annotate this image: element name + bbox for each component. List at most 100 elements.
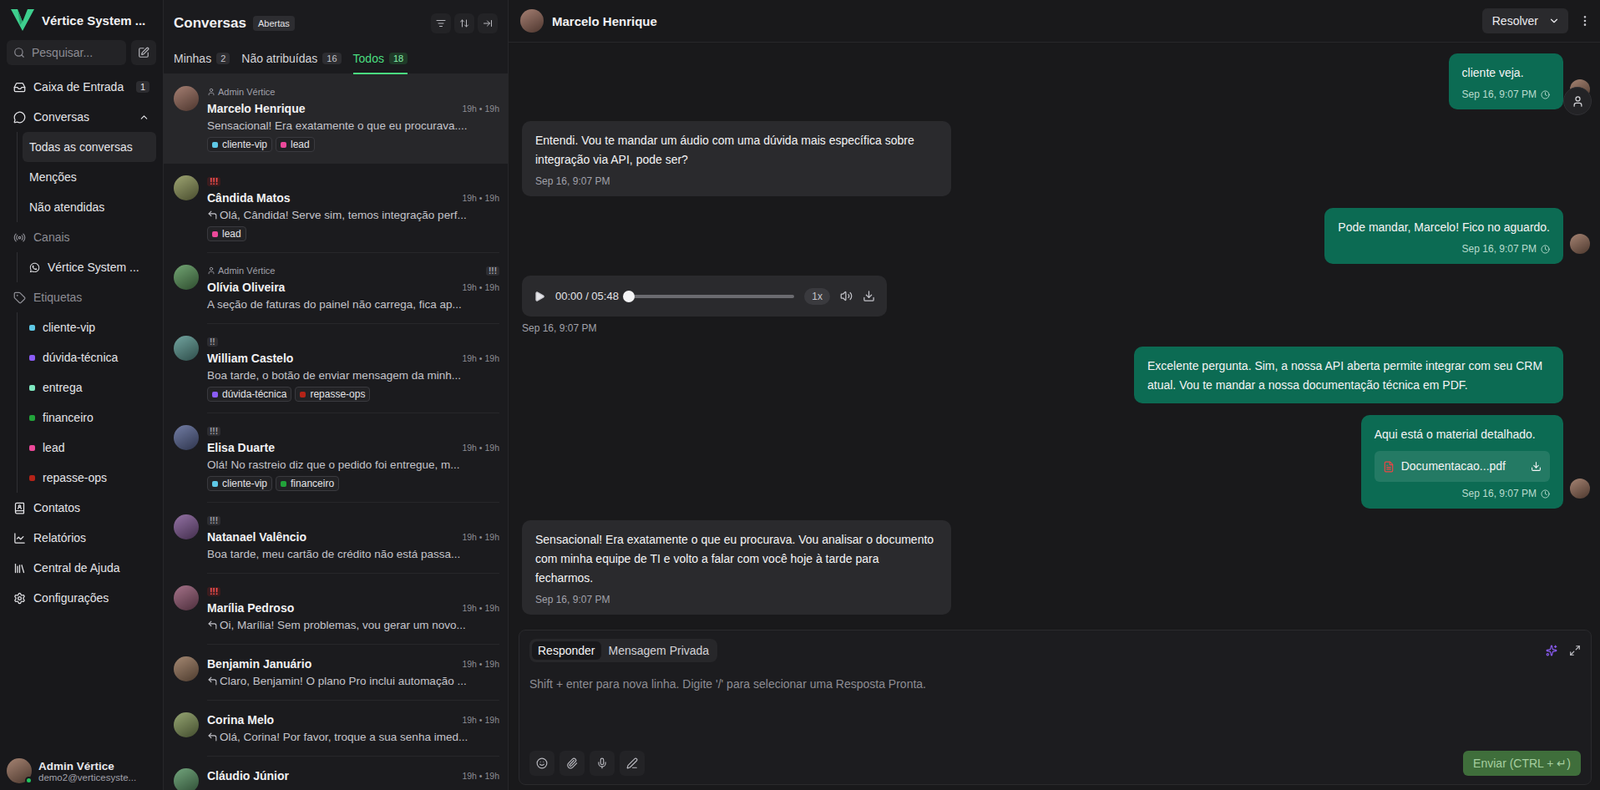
reply-mode-tab[interactable]: Responder xyxy=(531,641,602,660)
conversation-meta: !! xyxy=(207,334,500,349)
conversation-item[interactable]: !!!Marília Pedroso19h • 19hOi, Marília! … xyxy=(163,573,508,645)
conversation-meta: !!! xyxy=(207,174,500,188)
status-badge[interactable]: Abertas xyxy=(253,15,295,31)
sidebar-group[interactable]: Canais xyxy=(6,222,157,253)
tag-chip: dúvida-técnica xyxy=(207,386,292,402)
message-time: Sep 16, 9:07 PM xyxy=(1462,87,1550,102)
message-row: Aqui está o material detalhado.Documenta… xyxy=(521,415,1590,509)
volume-button[interactable] xyxy=(840,289,853,303)
download-button[interactable] xyxy=(862,289,876,303)
sidebar-label[interactable]: repasse-ops xyxy=(22,462,157,493)
sidebar-item[interactable]: Caixa de Entrada1 xyxy=(6,71,157,102)
sidebar-item[interactable]: Contatos xyxy=(6,492,157,523)
reply-mode-tab[interactable]: Mensagem Privada xyxy=(602,641,716,660)
contact-panel-button[interactable] xyxy=(1563,86,1592,116)
search-icon xyxy=(13,46,26,59)
user-profile[interactable]: Admin Vérticedemo2@verticesyste... xyxy=(6,751,157,790)
user-icon xyxy=(1571,95,1585,108)
sidebar-group[interactable]: Etiquetas xyxy=(6,282,157,313)
tag-color xyxy=(212,481,218,487)
tag-chip: cliente-vip xyxy=(207,136,273,152)
conversation-item[interactable]: !!William Castelo19h • 19hBoa tarde, o b… xyxy=(163,324,508,414)
label-list: cliente-vipdúvida-técnicaentregafinancei… xyxy=(16,312,157,493)
user-name: Admin Vértice xyxy=(38,759,137,773)
record-button[interactable] xyxy=(589,750,615,776)
sidebar-label[interactable]: lead xyxy=(22,432,157,463)
contact-avatar xyxy=(173,264,199,290)
priority-badge: !!! xyxy=(207,587,221,597)
sidebar-subitem[interactable]: Vértice System ... xyxy=(22,252,157,283)
audio-player: 00:00 / 05:481x xyxy=(521,275,887,317)
tag-color xyxy=(212,141,218,148)
message-bubble: Sensacional! Era exatamente o que eu pro… xyxy=(521,520,952,615)
sidebar-label[interactable]: cliente-vip xyxy=(22,312,157,343)
tag-row: cliente-vipfinanceiro xyxy=(207,475,500,492)
emoji-button[interactable] xyxy=(529,750,555,776)
sidebar-label[interactable]: dúvida-técnica xyxy=(22,342,157,373)
more-button[interactable] xyxy=(1578,14,1592,28)
paperclip-icon xyxy=(566,757,578,770)
signature-button[interactable] xyxy=(619,750,645,776)
conversation-item[interactable]: Admin VérticeMarcelo Henrique19h • 19hSe… xyxy=(163,74,508,164)
sidebar-subitem[interactable]: Não atendidas xyxy=(22,192,157,223)
conversation-item[interactable]: Cláudio Júnior19h • 19h xyxy=(163,756,508,790)
tag-color xyxy=(299,391,306,398)
message-list: cliente veja.Sep 16, 9:07 PMEntendi. Vou… xyxy=(508,42,1600,630)
conversation-time: 19h • 19h xyxy=(461,602,500,613)
contact-name: Natanael Valêncio xyxy=(207,530,307,544)
brand[interactable]: Vértice System ... xyxy=(6,0,157,37)
conversation-item[interactable]: !!!Natanael Valêncio19h • 19hBoa tarde, … xyxy=(163,502,508,574)
ai-assist-button[interactable] xyxy=(1545,644,1558,657)
conversation-item[interactable]: Benjamin Januário19h • 19hClaro, Benjami… xyxy=(163,644,508,701)
status-icon xyxy=(1540,90,1550,100)
assignee-tab[interactable]: Minhas2 xyxy=(173,46,230,75)
sidebar-item[interactable]: Conversas xyxy=(6,101,157,132)
audio-track[interactable] xyxy=(628,294,795,299)
search-input[interactable] xyxy=(30,45,120,61)
collapse-button[interactable] xyxy=(477,13,498,34)
conversation-meta: Admin Vértice!!! xyxy=(207,263,500,278)
tag-color xyxy=(280,481,287,487)
speed-button[interactable]: 1x xyxy=(804,288,831,305)
conversation-item[interactable]: Corina Melo19h • 19hOlá, Corina! Por fav… xyxy=(163,700,508,757)
send-button[interactable]: Enviar (CTRL + ↵) xyxy=(1463,750,1581,776)
priority-badge: !!! xyxy=(207,177,221,187)
whatsapp-icon xyxy=(29,262,41,274)
contact-avatar xyxy=(173,514,199,540)
tab-count: 16 xyxy=(322,52,341,65)
play-button[interactable] xyxy=(533,290,546,303)
sidebar-label[interactable]: entrega xyxy=(22,372,157,403)
assignee-tab[interactable]: Não atribuídas16 xyxy=(241,46,341,75)
contact-avatar xyxy=(520,9,544,33)
message-preview: Oi, Marília! Sem problemas, vou gerar um… xyxy=(207,616,500,633)
message-text: Sensacional! Era exatamente o que eu pro… xyxy=(535,530,938,588)
priority-badge: !!! xyxy=(207,516,221,526)
tag-chip: lead xyxy=(275,136,315,152)
conversation-item[interactable]: Admin Vértice!!!Olívia Oliveira19h • 19h… xyxy=(163,253,508,325)
audio-thumb[interactable] xyxy=(622,290,635,303)
contact-name: Corina Melo xyxy=(207,713,274,727)
sidebar-subitem[interactable]: Todas as conversas xyxy=(22,131,157,163)
assignee-tab[interactable]: Todos18 xyxy=(353,46,409,75)
resolve-button[interactable]: Resolver xyxy=(1482,8,1569,34)
chat-contact-name[interactable]: Marcelo Henrique xyxy=(551,14,658,29)
sidebar-item[interactable]: Configurações xyxy=(6,582,157,613)
sidebar-subitem[interactable]: Menções xyxy=(22,162,157,193)
attach-button[interactable] xyxy=(559,750,585,776)
contact-avatar xyxy=(173,585,199,611)
message-time: Sep 16, 9:07 PM xyxy=(535,174,938,188)
sidebar-item[interactable]: Relatórios xyxy=(6,522,157,553)
assignee-name: Admin Vértice xyxy=(217,265,275,276)
download-icon[interactable] xyxy=(1530,460,1542,472)
file-attachment[interactable]: Documentacao...pdf xyxy=(1374,450,1550,482)
filter-button[interactable] xyxy=(430,13,451,34)
message-input[interactable] xyxy=(529,675,1581,751)
reply-icon xyxy=(207,209,218,221)
sidebar-label[interactable]: financeiro xyxy=(22,402,157,433)
conversation-item[interactable]: !!!Elisa Duarte19h • 19hOlá! No rastreio… xyxy=(163,413,508,503)
conversation-item[interactable]: !!!Cândida Matos19h • 19hOlá, Cândida! S… xyxy=(163,163,508,254)
sidebar-item[interactable]: Central de Ajuda xyxy=(6,552,157,583)
compose-button[interactable] xyxy=(131,40,157,66)
expand-button[interactable] xyxy=(1569,644,1581,657)
sort-button[interactable] xyxy=(454,13,475,34)
